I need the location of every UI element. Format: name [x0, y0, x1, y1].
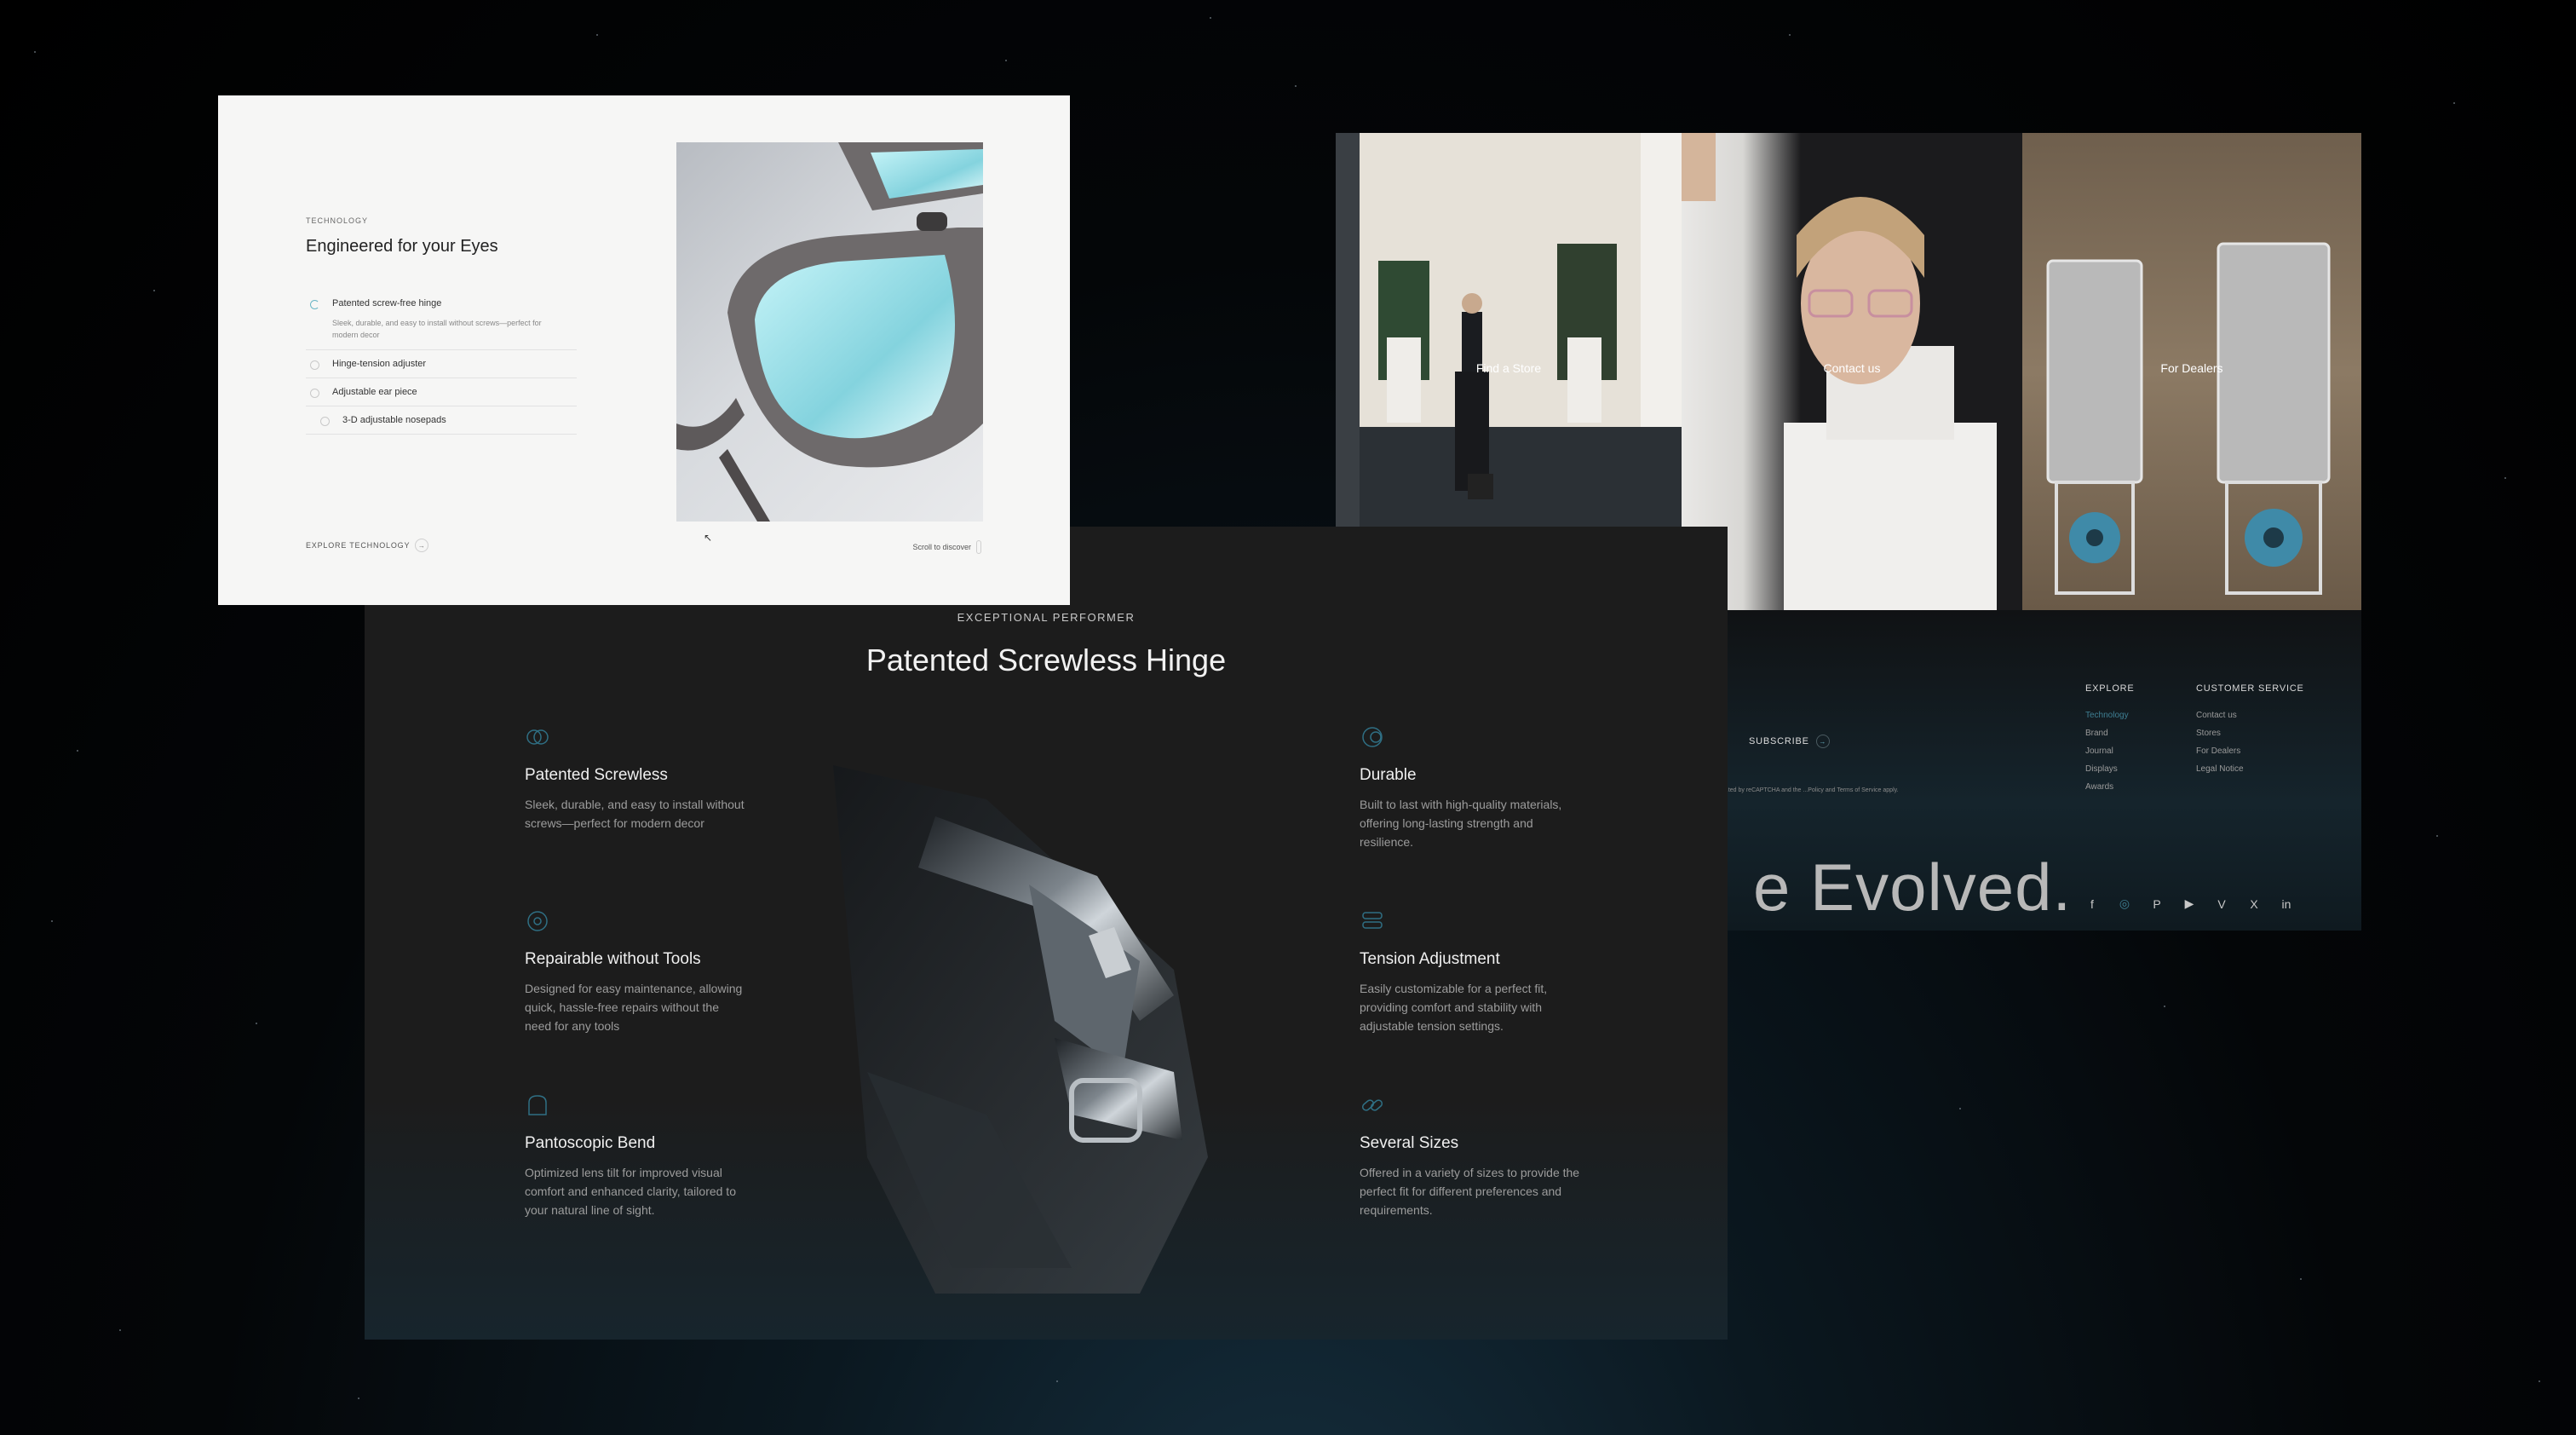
footer-link-journal[interactable]: Journal: [2085, 746, 2135, 756]
screwless-hinge-panel: EXCEPTIONAL PERFORMER Patented Screwless…: [365, 527, 1728, 1340]
x-icon[interactable]: X: [2247, 897, 2261, 911]
tech-eyebrow: TECHNOLOGY: [306, 216, 369, 225]
glasses-photo: [676, 142, 983, 522]
hinge-feature-tension: Tension Adjustment Easily customizable f…: [1360, 908, 1581, 1035]
hinge-feature-repairable: Repairable without Tools Designed for ea…: [525, 908, 746, 1035]
link-icon: [1361, 1099, 1383, 1111]
instagram-icon[interactable]: ◎: [2118, 896, 2131, 911]
tech-heading: Engineered for your Eyes: [306, 237, 498, 256]
for-dealers-label: For Dealers: [2160, 361, 2223, 375]
vimeo-icon[interactable]: V: [2215, 897, 2228, 911]
tech-feature-label: 3-D adjustable nosepads: [342, 415, 446, 425]
footer-link-stores[interactable]: Stores: [2196, 729, 2304, 738]
scroll-to-discover[interactable]: Scroll to discover: [912, 540, 981, 554]
hinge-feature-durable: Durable Built to last with high-quality …: [1360, 724, 1581, 851]
hinge-render-image: [833, 765, 1208, 1294]
tech-feature-desc: Sleek, durable, and easy to install with…: [332, 319, 542, 339]
footer-link-technology[interactable]: Technology: [2085, 711, 2135, 720]
footer-tagline: e Evolved.: [1753, 850, 2073, 925]
pinterest-icon[interactable]: P: [2150, 897, 2164, 911]
hinge-eyebrow: EXCEPTIONAL PERFORMER: [957, 611, 1136, 624]
footer-link-awards[interactable]: Awards: [2085, 782, 2135, 792]
circle-icon: [310, 389, 319, 398]
feature-title: Pantoscopic Bend: [525, 1134, 656, 1152]
footer-link-for-dealers[interactable]: For Dealers: [2196, 746, 2304, 756]
feature-desc: Easily customizable for a perfect fit, p…: [1360, 982, 1548, 1033]
technology-panel: TECHNOLOGY Engineered for your Eyes Pate…: [218, 95, 1070, 605]
footer-service-column: CUSTOMER SERVICE Contact us Stores For D…: [2196, 683, 2304, 782]
circle-icon: [320, 417, 330, 426]
recaptcha-notice: ...ted by reCAPTCHA and the ...Policy an…: [1723, 787, 1899, 793]
tech-feature-label: Hinge-tension adjuster: [332, 359, 427, 369]
layers-icon: [1362, 912, 1383, 929]
mouse-cursor-icon: ↖: [704, 532, 713, 544]
feature-title: Repairable without Tools: [525, 950, 701, 968]
footer-link-legal[interactable]: Legal Notice: [2196, 764, 2304, 774]
tech-feature-label: Patented screw-free hinge: [332, 298, 442, 308]
hinge-heading: Patented Screwless Hinge: [865, 643, 1227, 677]
hinge-feature-patented-screwless: Patented Screwless Sleek, durable, and e…: [525, 724, 746, 833]
hinge-feature-pantoscopic: Pantoscopic Bend Optimized lens tilt for…: [525, 1092, 746, 1219]
shield-rings-icon: [1362, 727, 1383, 747]
feature-desc: Offered in a variety of sizes to provide…: [1360, 1166, 1580, 1217]
find-a-store-label: Find a Store: [1475, 361, 1542, 375]
subscribe-button[interactable]: SUBSCRIBE →: [1749, 735, 1830, 748]
tech-feature-item[interactable]: 3-D adjustable nosepads: [306, 406, 577, 435]
contact-us-label: Contact us: [1823, 361, 1881, 375]
feature-desc: Built to last with high-quality material…: [1360, 798, 1562, 849]
tech-feature-list: Patented screw-free hinge Sleek, durable…: [306, 290, 577, 435]
feature-title: Several Sizes: [1360, 1134, 1459, 1152]
circle-icon: [310, 360, 319, 370]
feature-title: Patented Screwless: [525, 766, 668, 784]
hinge-feature-sizes: Several Sizes Offered in a variety of si…: [1360, 1092, 1581, 1219]
facebook-icon[interactable]: f: [2085, 897, 2099, 911]
tech-feature-item[interactable]: Patented screw-free hinge Sleek, durable…: [306, 290, 577, 350]
scroll-indicator-icon: [976, 540, 981, 554]
explore-technology-label: EXPLORE TECHNOLOGY: [306, 541, 411, 550]
scroll-label: Scroll to discover: [912, 543, 971, 551]
feature-title: Tension Adjustment: [1360, 950, 1500, 968]
social-links: f ◎ P ▶ V X in: [2085, 896, 2293, 911]
footer-explore-column: EXPLORE Technology Brand Journal Display…: [2085, 683, 2135, 800]
subscribe-label: SUBSCRIBE: [1749, 736, 1809, 746]
footer-explore-title: EXPLORE: [2085, 683, 2135, 694]
wrench-circle-icon: [527, 911, 548, 931]
feature-desc: Designed for easy maintenance, allowing …: [525, 982, 743, 1033]
arrow-right-icon: →: [1815, 735, 1830, 748]
tech-feature-label: Adjustable ear piece: [332, 387, 417, 397]
footer-link-contact[interactable]: Contact us: [2196, 711, 2304, 720]
arrow-right-icon: →: [415, 539, 429, 552]
youtube-icon[interactable]: ▶: [2182, 896, 2196, 911]
feature-title: Durable: [1360, 766, 1417, 784]
rings-icon: [526, 729, 549, 745]
feature-desc: Optimized lens tilt for improved visual …: [525, 1166, 736, 1217]
bend-icon: [528, 1095, 547, 1115]
tech-feature-item[interactable]: Adjustable ear piece: [306, 378, 577, 406]
tech-feature-item[interactable]: Hinge-tension adjuster: [306, 350, 577, 378]
explore-technology-link[interactable]: EXPLORE TECHNOLOGY →: [306, 539, 429, 552]
contact-us-card[interactable]: Contact us: [1682, 133, 2022, 610]
feature-desc: Sleek, durable, and easy to install with…: [525, 798, 745, 830]
footer-link-brand[interactable]: Brand: [2085, 729, 2135, 738]
linkedin-icon[interactable]: in: [2280, 897, 2293, 911]
footer-link-displays[interactable]: Displays: [2085, 764, 2135, 774]
for-dealers-card[interactable]: For Dealers: [2022, 133, 2361, 610]
footer-service-title: CUSTOMER SERVICE: [2196, 683, 2304, 694]
progress-ring-icon: [310, 300, 319, 309]
